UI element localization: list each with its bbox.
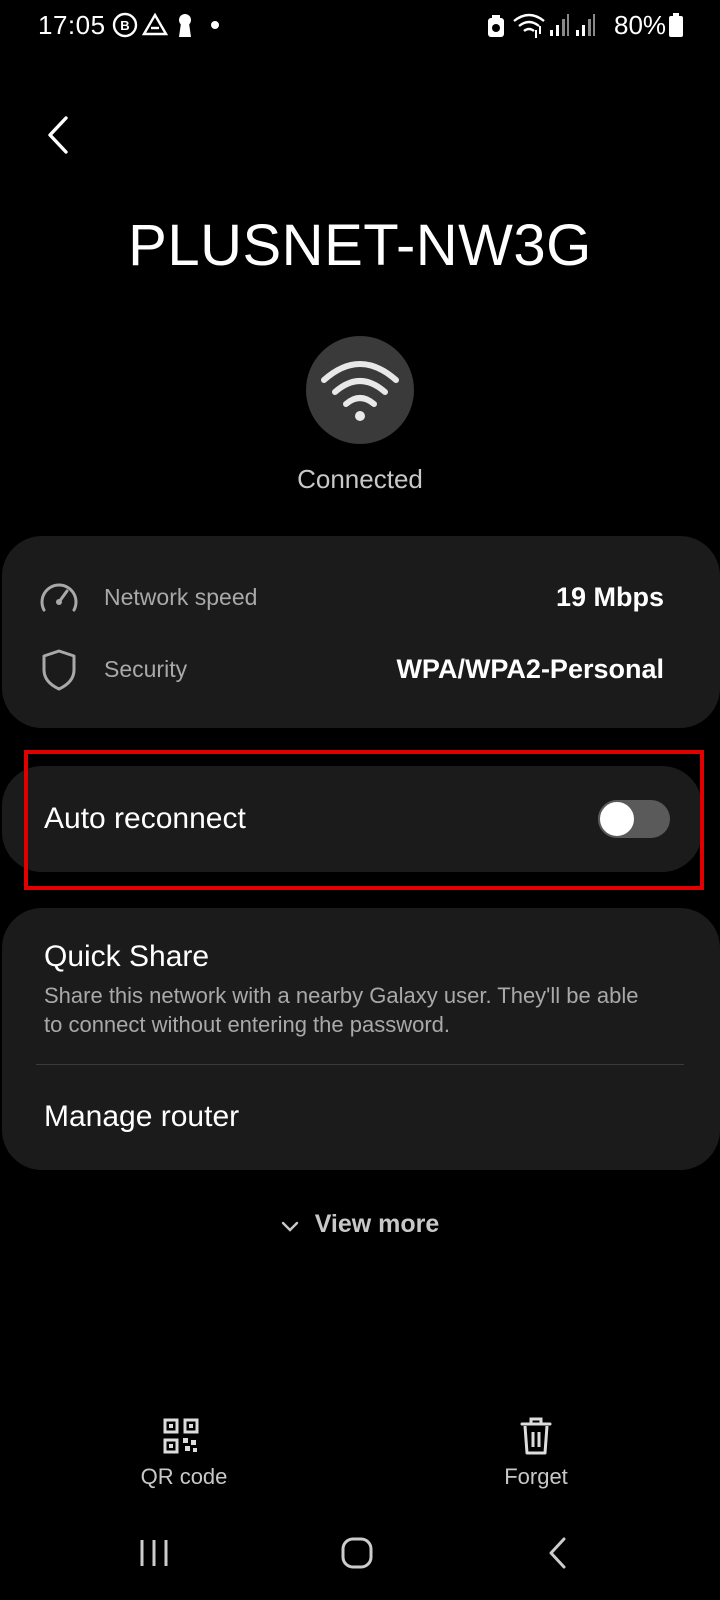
- speedometer-icon: [38, 578, 80, 619]
- network-speed-label: Network speed: [104, 584, 258, 610]
- battery-icon: [668, 12, 684, 38]
- view-more-button[interactable]: View more: [0, 1210, 720, 1240]
- security-label: Security: [104, 656, 188, 682]
- forget-label[interactable]: Forget: [446, 1464, 626, 1490]
- manage-router-item[interactable]: Manage router: [44, 1100, 239, 1134]
- signal-icon-2: [574, 12, 596, 38]
- network-info-card: [2, 536, 720, 728]
- battery-saver-icon: [486, 14, 506, 38]
- drive-icon: [142, 12, 168, 38]
- nav-back-icon: [549, 1537, 566, 1569]
- shield-icon: [40, 648, 78, 697]
- qr-code-icon[interactable]: [163, 1418, 199, 1459]
- battery-percent: 80%: [614, 10, 667, 40]
- home-button[interactable]: [340, 1536, 374, 1575]
- highlight-box: [24, 750, 704, 890]
- back-button[interactable]: [40, 110, 80, 160]
- divider: [36, 1064, 684, 1065]
- recent-apps-button[interactable]: [138, 1538, 170, 1573]
- notification-dot-icon: [210, 20, 220, 30]
- security-value: WPA/WPA2-Personal: [396, 654, 664, 684]
- signal-icon-1: [548, 12, 570, 38]
- view-more-label: View more: [314, 1210, 440, 1238]
- qr-code-label[interactable]: QR code: [94, 1464, 274, 1490]
- wifi-icon: [321, 361, 399, 421]
- trash-icon[interactable]: [518, 1416, 554, 1461]
- svg-text:B: B: [120, 18, 129, 33]
- recent-apps-icon: [140, 1540, 168, 1566]
- network-name: PLUSNET-NW3G: [128, 213, 592, 278]
- chevron-left-icon: [48, 116, 68, 154]
- bixby-icon: B: [112, 12, 138, 38]
- keyhole-icon: [174, 12, 196, 38]
- network-speed-value: 19 Mbps: [555, 582, 664, 612]
- nav-back-button[interactable]: [546, 1536, 570, 1575]
- home-icon: [341, 1537, 373, 1569]
- connection-status: Connected: [297, 464, 423, 494]
- wifi-icon-badge: [306, 336, 414, 444]
- quick-share-title[interactable]: Quick Share: [44, 940, 209, 974]
- chevron-down-icon: [281, 1211, 299, 1240]
- status-time: 17:05: [38, 10, 106, 40]
- wifi-status-icon: [512, 12, 546, 38]
- quick-share-description: Share this network with a nearby Galaxy …: [44, 983, 639, 1037]
